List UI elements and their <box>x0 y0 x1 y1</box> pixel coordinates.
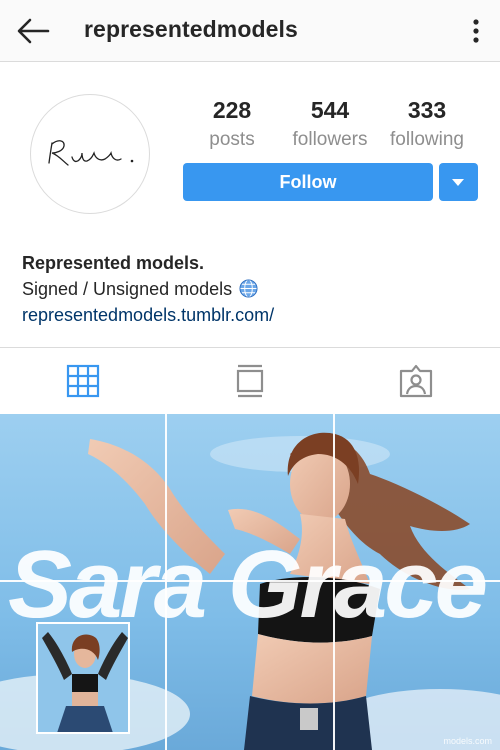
follow-button[interactable]: Follow <box>183 163 433 201</box>
posts-label: posts <box>209 129 255 150</box>
grid-divider <box>0 580 500 582</box>
signature-logo <box>48 140 134 166</box>
tagged-icon <box>399 364 433 398</box>
grid-divider <box>333 414 335 750</box>
post-grid[interactable]: Sara Grace models.com <box>0 414 500 750</box>
followers-count: 544 <box>310 97 350 123</box>
tab-feed[interactable] <box>233 364 267 398</box>
grid-icon <box>66 364 100 398</box>
page-title: representedmodels <box>84 16 298 42</box>
feed-icon <box>236 364 264 398</box>
website-link[interactable]: representedmodels.tumblr.com/ <box>22 302 274 328</box>
avatar[interactable] <box>30 94 150 214</box>
bio-description: Signed / Unsigned models <box>22 279 233 299</box>
back-button[interactable] <box>14 15 54 47</box>
more-vertical-icon <box>473 19 479 43</box>
more-options-button[interactable] <box>466 17 486 45</box>
tab-grid[interactable] <box>66 364 100 398</box>
stat-followers[interactable]: 544 followers <box>280 97 380 154</box>
profile-name: Represented models. <box>22 253 205 273</box>
stat-following[interactable]: 333 following <box>377 97 477 154</box>
following-label: following <box>390 129 464 150</box>
profile-header: 228 posts 544 followers 333 following Fo… <box>0 62 500 348</box>
profile-tabs <box>0 348 500 414</box>
posts-count: 228 <box>212 97 252 123</box>
followers-label: followers <box>292 129 368 150</box>
watermark: models.com <box>443 736 492 746</box>
following-count: 333 <box>407 97 447 123</box>
stat-posts[interactable]: 228 posts <box>182 97 282 154</box>
post-thumbnail[interactable] <box>36 622 130 734</box>
arrow-left-icon <box>17 18 50 44</box>
globe-icon <box>239 279 258 298</box>
thumbnail-image <box>38 624 128 732</box>
tab-tagged[interactable] <box>399 364 433 398</box>
bio: Represented models. Signed / Unsigned mo… <box>22 250 274 328</box>
top-bar: representedmodels <box>0 0 500 62</box>
grid-divider <box>165 414 167 750</box>
suggested-accounts-button[interactable] <box>439 163 478 201</box>
